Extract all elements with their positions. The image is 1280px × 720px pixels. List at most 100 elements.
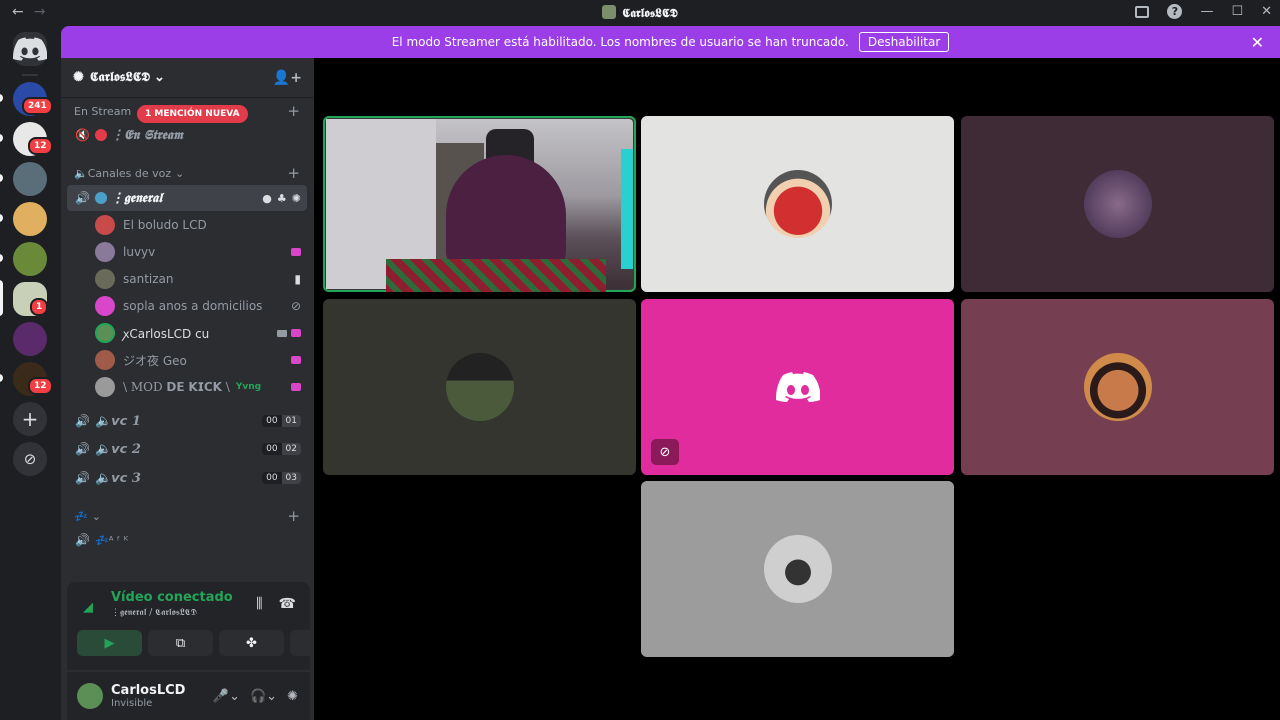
- tile-camera[interactable]: [323, 116, 636, 292]
- server-5[interactable]: [13, 242, 47, 276]
- chevron-down-icon: ⌄: [154, 70, 165, 85]
- window-title-text: 𝕮𝖆𝖗𝖑𝖔𝖘𝕷𝕮𝕯: [622, 6, 678, 20]
- channel-afk[interactable]: 🔊 💤ᴬ ᶠ ᴷ: [67, 527, 307, 553]
- voice-connection-panel: ◢ Vídeo conectado ⋮𝖌𝖊𝖓𝖊𝖗𝖆𝖑 / 𝕮𝖆𝖗𝖑𝖔𝖘𝕷𝕮𝕯 ⫼…: [67, 582, 355, 670]
- tile-user-3[interactable]: [961, 116, 1274, 292]
- maximize-button[interactable]: ☐: [1231, 4, 1243, 19]
- server-4[interactable]: [13, 202, 47, 236]
- disconnect-icon[interactable]: ☎: [279, 596, 296, 612]
- speaker-icon: 🔊: [75, 442, 90, 456]
- user-name: \ MOD 𝗗𝗘 𝗞𝗜𝗖𝗞 \: [123, 380, 230, 394]
- signal-icon[interactable]: ◢: [83, 600, 93, 615]
- category-label: 🔈Canales de voz: [74, 167, 172, 180]
- channel-label: ⋮𝕰𝖓 𝕾𝖙𝖗𝖊𝖆𝖒: [111, 127, 184, 143]
- speaker-icon: 🔊: [75, 471, 90, 485]
- window-controls: ? — ☐ ✕: [1135, 4, 1272, 19]
- avatar[interactable]: [77, 683, 103, 709]
- settings-gear-icon[interactable]: ✺: [287, 689, 298, 704]
- user-name[interactable]: CarlosLCD: [111, 683, 185, 698]
- chat-bubble-icon[interactable]: ●: [262, 192, 272, 205]
- tile-user-7[interactable]: [641, 481, 954, 657]
- mention-badge: 241: [22, 97, 53, 115]
- category-stream[interactable]: En Stream ⌄: [74, 105, 144, 118]
- globe-icon: [95, 192, 107, 204]
- disable-streamer-button[interactable]: Deshabilitar: [858, 32, 950, 52]
- server-name: 𝕮𝖆𝖗𝖑𝖔𝖘𝕷𝕮𝕯: [89, 70, 150, 85]
- voice-channel-link[interactable]: ⋮𝖌𝖊𝖓𝖊𝖗𝖆𝖑 / 𝕮𝖆𝖗𝖑𝖔𝖘𝕷𝕮𝕯: [111, 608, 197, 618]
- voice-user[interactable]: \ MOD 𝗗𝗘 𝗞𝗜𝗖𝗞 \ Yvng: [95, 375, 307, 399]
- add-user-icon[interactable]: 👤+: [273, 70, 302, 86]
- avatar: [445, 353, 514, 421]
- streaming-icon: [291, 248, 301, 256]
- avatar: [95, 215, 115, 235]
- add-server-button[interactable]: +: [13, 402, 47, 436]
- camera-button[interactable]: ▶: [77, 630, 142, 656]
- home-button[interactable]: [13, 32, 47, 66]
- mention-badge: 12: [28, 137, 53, 155]
- discord-logo-icon: [13, 37, 47, 61]
- user-name: santizan: [123, 272, 174, 286]
- voice-user[interactable]: luvyv: [95, 240, 307, 264]
- muted-mic-icon: ⊘: [651, 439, 679, 465]
- channel-label: 🔈𝙫𝙘 2: [95, 441, 141, 457]
- tile-user-2[interactable]: [641, 116, 954, 292]
- user-status: Invisible: [111, 698, 153, 709]
- minimize-button[interactable]: —: [1200, 4, 1213, 19]
- add-channel-icon[interactable]: +: [287, 164, 300, 182]
- close-window-button[interactable]: ✕: [1261, 4, 1272, 19]
- invite-icon[interactable]: ♣: [277, 192, 287, 205]
- unread-pill: [0, 254, 3, 262]
- muted-mic-icon: ⊘: [290, 299, 301, 313]
- user-limit-counter: 00 03: [262, 472, 301, 484]
- voice-user[interactable]: santizan ▮: [95, 267, 307, 291]
- channel-vc2[interactable]: 🔊 🔈𝙫𝙘 2 00 02: [67, 436, 307, 462]
- channel-vc3[interactable]: 🔊 🔈𝙫𝙘 3 00 03: [67, 465, 307, 491]
- user-name: ꭗCarlosLCD cu: [123, 326, 210, 341]
- user-name: ジオ夜 Geo: [123, 353, 187, 368]
- noise-suppression-icon[interactable]: ⫼: [256, 596, 262, 612]
- share-screen-button[interactable]: ⧉: [148, 630, 213, 656]
- category-voice[interactable]: 🔈Canales de voz ⌄: [74, 167, 184, 180]
- gear-icon[interactable]: ✺: [292, 192, 301, 205]
- voice-user[interactable]: El boludo LCD: [95, 213, 307, 237]
- voice-status[interactable]: Vídeo conectado: [111, 590, 233, 605]
- speaker-icon: 🔊: [75, 533, 90, 547]
- speaker-icon: 🔊: [75, 414, 90, 428]
- discover-button[interactable]: ⊘: [13, 442, 47, 476]
- mention-badge: 12: [28, 377, 53, 395]
- voice-user[interactable]: sopla anos a domicilios ⊘: [95, 294, 307, 318]
- voice-user[interactable]: ジオ夜 Geo: [95, 348, 307, 372]
- help-icon[interactable]: ?: [1167, 4, 1183, 19]
- add-channel-icon[interactable]: +: [287, 102, 300, 120]
- server-7[interactable]: [13, 322, 47, 356]
- channel-vc1[interactable]: 🔊 🔈𝙫𝙘 1 00 01: [67, 408, 307, 434]
- tile-user-6[interactable]: [961, 299, 1274, 475]
- avatar: [95, 323, 115, 343]
- avatar: [763, 535, 832, 603]
- unread-pill: [0, 174, 3, 182]
- voice-user-self[interactable]: ꭗCarlosLCD cu: [95, 321, 307, 345]
- camera-feed: [326, 119, 633, 292]
- title-bar: ← → 𝕮𝖆𝖗𝖑𝖔𝖘𝕷𝕮𝕯 ? — ☐ ✕: [0, 0, 1280, 26]
- user-limit-counter: 00 01: [262, 415, 301, 427]
- new-mention-pill[interactable]: 1 MENCIÓN NUEVA: [137, 105, 248, 123]
- unread-pill: [0, 374, 3, 382]
- add-channel-icon[interactable]: +: [287, 507, 300, 525]
- channel-en-stream[interactable]: 🔇 ⋮𝕰𝖓 𝕾𝖙𝖗𝖊𝖆𝖒: [67, 122, 307, 148]
- microphone-icon[interactable]: 🎤⌄: [213, 689, 240, 704]
- activities-button[interactable]: ✤: [219, 630, 284, 656]
- channel-general[interactable]: 🔊 ⋮𝖌𝖊𝖓𝖊𝖗𝖆𝖑 ● ♣ ✺: [67, 185, 307, 211]
- server-3[interactable]: [13, 162, 47, 196]
- category-afk[interactable]: 💤 ⌄: [74, 510, 101, 523]
- red-dot-icon: [95, 129, 107, 141]
- tile-user-5[interactable]: ⊘: [641, 299, 954, 475]
- server-header[interactable]: ✺ 𝕮𝖆𝖗𝖑𝖔𝖘𝕷𝕮𝕯 ⌄ 👤+: [61, 58, 314, 98]
- inbox-icon[interactable]: [1135, 5, 1150, 18]
- unread-pill: [0, 214, 3, 222]
- avatar: [95, 350, 115, 370]
- close-icon[interactable]: ✕: [1251, 33, 1264, 52]
- headphones-icon[interactable]: 🎧⌄: [250, 689, 277, 704]
- streamer-mode-banner: El modo Streamer está habilitado. Los no…: [61, 26, 1280, 58]
- user-panel: CarlosLCD Invisible 🎤⌄ 🎧⌄ ✺: [67, 672, 310, 720]
- tile-user-4[interactable]: [323, 299, 636, 475]
